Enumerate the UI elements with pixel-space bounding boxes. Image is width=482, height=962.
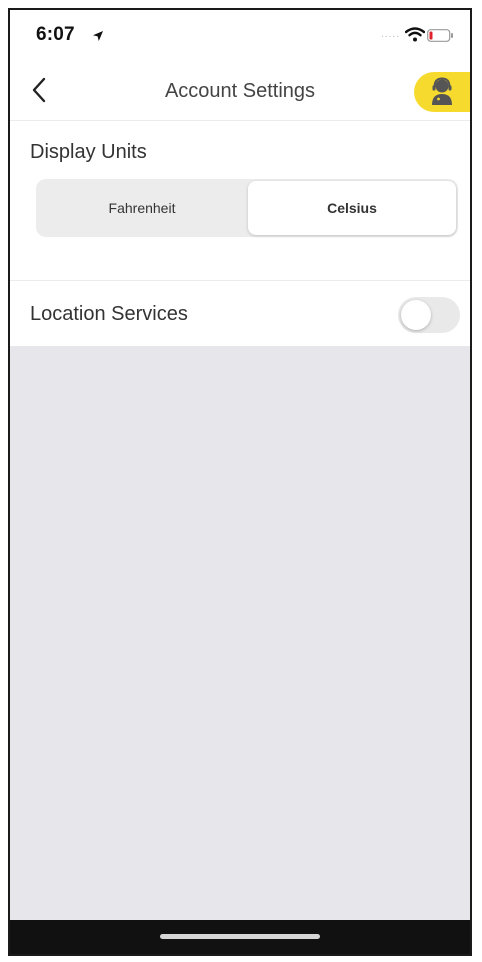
toggle-knob: [401, 300, 431, 330]
home-bar: [10, 920, 470, 954]
battery-icon: [427, 29, 454, 47]
location-services-row: Location Services: [10, 280, 470, 347]
signal-indicator: .....: [381, 29, 400, 40]
page-title: Account Settings: [164, 80, 316, 102]
fahrenheit-option[interactable]: Fahrenheit: [38, 181, 246, 235]
celsius-option[interactable]: Celsius: [248, 181, 456, 235]
home-indicator[interactable]: [160, 934, 320, 939]
location-arrow-icon: [92, 29, 104, 47]
status-time: 6:07: [36, 24, 75, 45]
wifi-icon: [404, 27, 426, 47]
support-agent-icon: [428, 77, 456, 112]
phone-screen: 6:07 ..... Account Settings Display Unit…: [8, 8, 472, 956]
location-services-toggle[interactable]: [398, 297, 460, 333]
units-segmented-control: Fahrenheit Celsius: [36, 179, 458, 237]
display-units-label: Display Units: [30, 141, 147, 163]
display-units-section: Display Units Fahrenheit Celsius: [10, 120, 470, 281]
support-button[interactable]: [414, 72, 470, 112]
location-services-label: Location Services: [30, 303, 188, 325]
content-background: [10, 346, 470, 922]
navigation-bar: Account Settings: [10, 62, 470, 120]
status-bar: 6:07 .....: [10, 10, 470, 62]
